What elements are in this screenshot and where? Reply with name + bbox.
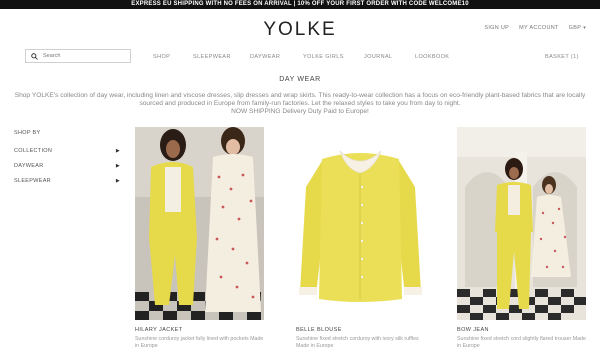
my-account-link[interactable]: MY ACCOUNT [519,25,559,31]
search-icon [31,52,38,60]
nav-sleepwear[interactable]: SLEEPWEAR [193,54,231,60]
basket-link[interactable]: BASKET (1) [545,54,579,60]
chevron-right-icon: ▶ [115,147,120,154]
filter-sidebar: SHOP BY COLLECTION ▶ DAYWEAR ▶ SLEEPWEAR… [14,130,120,188]
product-description: Sunshine fixed stretch cord slightly fla… [457,336,586,349]
nav-shop[interactable]: SHOP [153,54,170,60]
sidebar-item-daywear[interactable]: DAYWEAR ▶ [14,158,120,173]
nav-journal[interactable]: JOURNAL [364,54,392,60]
nav-lookbook[interactable]: LOOKBOOK [415,54,449,60]
sidebar-heading: SHOP BY [14,130,41,136]
chevron-right-icon: ▶ [115,162,120,169]
sidebar-item-label: SLEEPWEAR [14,177,51,184]
product-image[interactable] [457,127,586,320]
search-input[interactable] [43,53,123,59]
nav-yolke-girls[interactable]: YOLKE GIRLS [303,54,344,60]
product-name[interactable]: HILARY JACKET [135,327,264,333]
product-description: Sunshine corduroy jacket fully lined wit… [135,336,264,349]
chevron-down-icon: ▾ [583,25,586,31]
category-intro: Shop YOLKE's collection of day wear, inc… [14,92,586,116]
shipping-note: NOW SHIPPING Delivery Duty Paid to Europ… [231,108,369,115]
nav-daywear[interactable]: DAYWEAR [250,54,280,60]
sidebar-item-collection[interactable]: COLLECTION ▶ [14,143,120,158]
product-name[interactable]: BELLE BLOUSE [296,327,425,333]
page-title: DAY WEAR [279,76,321,83]
product-card-bow-jean[interactable]: BOW JEAN Sunshine fixed stretch cord sli… [457,127,586,349]
product-image[interactable] [135,127,264,320]
promo-banner: EXPRESS EU SHIPPING WITH NO FEES ON ARRI… [0,0,600,9]
intro-text: Shop YOLKE's collection of day wear, inc… [14,92,586,107]
currency-selector[interactable]: GBP ▾ [569,25,586,31]
sign-up-link[interactable]: SIGN UP [484,25,509,31]
product-name[interactable]: BOW JEAN [457,327,586,333]
chevron-right-icon: ▶ [115,177,120,184]
product-card-belle-blouse[interactable]: BELLE BLOUSE Sunshine fixed stretch cord… [296,127,425,349]
product-card-hilary-jacket[interactable]: HILARY JACKET Sunshine corduroy jacket f… [135,127,264,349]
search-field[interactable] [25,49,131,63]
sidebar-item-label: DAYWEAR [14,162,44,169]
currency-value: GBP [568,25,582,31]
product-image[interactable] [296,127,425,320]
sidebar-item-label: COLLECTION [14,147,53,154]
sidebar-item-sleepwear[interactable]: SLEEPWEAR ▶ [14,173,120,188]
utility-nav: SIGN UP MY ACCOUNT GBP ▾ [484,25,586,31]
product-description: Sunshine fixed stretch corduroy with ivo… [296,336,419,349]
